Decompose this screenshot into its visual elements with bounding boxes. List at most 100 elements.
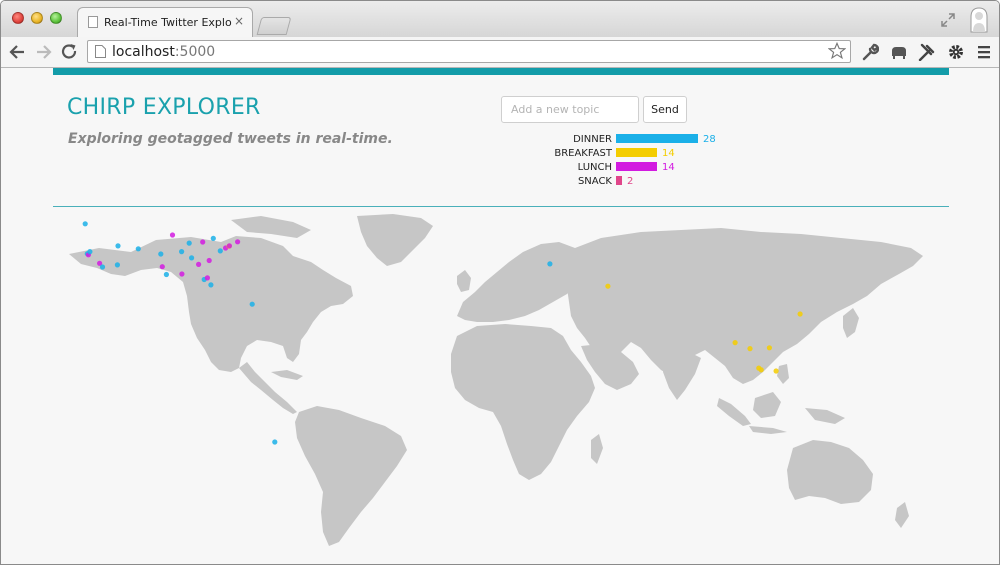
indonesia-sumatra-landmass [717,398,751,426]
new-tab-button[interactable] [256,17,292,35]
browser-tab[interactable]: Real-Time Twitter Explorer × [77,7,253,37]
tweet-point-dinner [82,221,88,227]
tweet-point-lunch [235,239,241,245]
tab-close-button[interactable]: × [234,14,244,28]
wrench-icon[interactable] [861,43,879,61]
tweet-point-dinner [249,301,255,307]
tweet-point-lunch [159,264,165,270]
tweet-point-lunch [200,239,206,245]
tweet-point-dinner [189,255,195,261]
app-subtitle: Exploring geotagged tweets in real-time. [68,131,393,147]
uk-landmass [457,270,471,292]
madagascar-landmass [591,434,603,464]
bar-value-lunch: 14 [662,162,675,173]
extension-sofa-icon[interactable] [890,43,908,61]
page-icon [95,45,106,58]
tweet-point-lunch [206,257,212,264]
bar-lunch [616,162,657,171]
minimize-window-button[interactable] [31,12,43,24]
topic-bar-chart: DINNER 28 BREAKFAST 14 LUNCH 14 SNACK 2 [554,134,716,187]
maximize-window-button[interactable] [50,12,62,24]
tweet-point-dinner [272,439,278,445]
bar-label-dinner: DINNER [573,134,612,145]
browser-toolbar: localhost:5000 [1,37,999,68]
world-map[interactable] [61,212,931,552]
central-america-landmass [239,362,297,414]
tweet-point-breakfast [766,345,773,351]
tweet-point-dinner [99,264,106,270]
menu-icon[interactable] [975,43,993,61]
tweet-point-lunch [169,232,176,238]
tweet-point-breakfast [797,311,803,317]
philippines-landmass [777,364,789,384]
south-america-landmass [295,406,407,546]
tweet-point-dinner [158,251,164,257]
forward-arrow-icon[interactable] [32,41,54,63]
bookmark-star-icon[interactable] [828,42,846,60]
tweet-point-dinner [163,271,169,278]
page-favicon-icon [88,16,98,28]
topic-input[interactable] [501,96,639,123]
tab-title: Real-Time Twitter Explorer [104,16,232,29]
greenland-landmass [357,214,433,266]
tweet-point-lunch [196,261,202,267]
indonesia-java-landmass [749,426,787,434]
profile-avatar-icon[interactable] [969,7,989,33]
url-host: localhost [112,44,175,60]
tweet-point-dinner [217,248,223,254]
arctic-islands-landmass [231,216,311,238]
tweet-point-dinner [115,243,121,249]
indonesia-borneo-landmass [753,392,781,418]
back-arrow-icon[interactable] [7,41,29,63]
url-port: :5000 [174,44,216,60]
bar-label-lunch: LUNCH [578,162,612,173]
europe-landmass [457,242,585,322]
tweet-point-breakfast [732,340,738,346]
bar-value-dinner: 28 [703,134,716,145]
reload-icon[interactable] [58,41,80,63]
tweet-point-breakfast [605,283,611,289]
fullscreen-icon[interactable] [941,13,955,27]
header-accent-bar [53,68,949,75]
tweet-point-dinner [114,262,120,268]
tweet-point-breakfast [773,368,779,374]
bar-breakfast [616,148,657,157]
india-landmass [663,350,701,400]
new-zealand-landmass [895,502,909,528]
bar-value-breakfast: 14 [662,148,675,159]
url-text: localhost:5000 [112,44,215,60]
tweet-point-lunch [226,243,232,249]
japan-landmass [843,308,859,338]
australia-landmass [787,440,873,504]
address-bar[interactable]: localhost:5000 [87,40,851,63]
tweet-point-dinner [186,240,192,246]
close-window-button[interactable] [12,12,24,24]
tweet-point-dinner [208,282,214,288]
tweet-point-breakfast [758,367,764,373]
bar-dinner [616,134,698,143]
tab-strip: Real-Time Twitter Explorer × [1,1,999,37]
tweet-point-dinner [179,249,185,255]
browser-window: Real-Time Twitter Explorer × localh [0,0,1000,565]
tweet-point-breakfast [747,346,753,352]
bar-label-snack: SNACK [578,176,612,187]
bar-label-breakfast: BREAKFAST [554,148,613,159]
cuba-landmass [271,370,303,380]
tweet-point-dinner [547,261,553,267]
page-content: CHIRP EXPLORER Exploring geotagged tweet… [1,68,999,564]
bar-snack [616,176,622,185]
africa-landmass [451,324,595,480]
send-button[interactable]: Send [643,96,687,123]
north-america-landmass [69,236,353,372]
header-divider [53,206,949,207]
pin-icon[interactable] [918,43,936,61]
tweet-point-lunch [179,271,185,277]
gear-icon[interactable] [947,43,965,61]
bar-value-snack: 2 [627,176,633,187]
tweet-point-lunch [204,275,210,281]
tweet-point-dinner [210,235,216,241]
app-title: CHIRP EXPLORER [67,95,261,120]
tweet-point-dinner [135,246,141,252]
new-guinea-landmass [805,408,845,424]
tweet-point-dinner [87,249,93,255]
